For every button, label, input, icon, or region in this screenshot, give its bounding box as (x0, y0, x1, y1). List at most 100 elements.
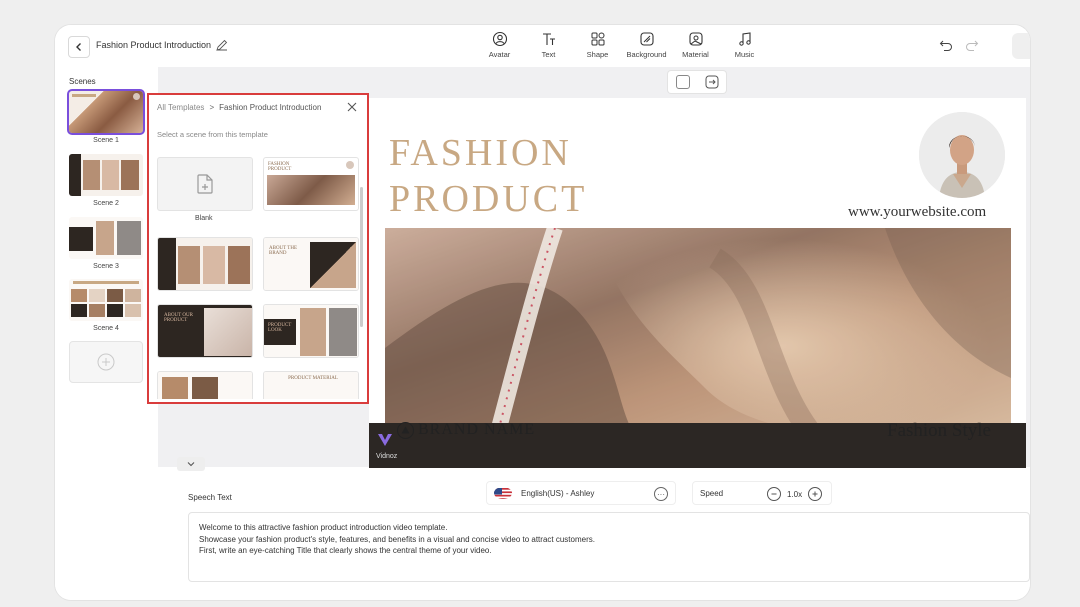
blank-label: Blank (195, 215, 213, 222)
material-icon (688, 32, 703, 46)
voice-name: English(US) - Ashley (521, 488, 595, 498)
template-scene-card[interactable] (157, 237, 253, 291)
speech-panel: Speech Text English(US) - Ashley ··· Spe… (173, 471, 1030, 600)
preview-button[interactable] (1012, 33, 1030, 59)
project-title[interactable]: Fashion Product Introduction (96, 40, 211, 50)
speed-increase-button[interactable] (808, 487, 823, 501)
template-subtitle: Select a scene from this template (157, 130, 268, 139)
close-icon[interactable] (347, 101, 357, 114)
avatar-icon (492, 31, 507, 47)
blank-scene-card[interactable] (157, 157, 253, 211)
redo-icon[interactable] (965, 39, 979, 51)
template-scene-card[interactable]: ABOUT THE BRAND (263, 237, 359, 291)
template-scene-card[interactable]: PRODUCT MATERIAL (263, 371, 359, 399)
tool-material[interactable]: Material (671, 31, 720, 59)
template-scene-text: PRODUCT MATERIAL (288, 376, 338, 381)
add-scene-button[interactable] (69, 341, 143, 383)
speed-decrease-button[interactable] (767, 487, 781, 501)
tool-text-label: Text (541, 50, 556, 59)
text-icon (542, 33, 555, 45)
watermark-text: Vidnoz (376, 453, 398, 460)
vidnoz-logo-icon (378, 434, 392, 446)
tagline-text[interactable]: Fashion Style (887, 420, 991, 442)
scene-label: Scene 2 (93, 200, 119, 207)
template-scene-text: PRODUCT LOOK (268, 323, 292, 333)
scenes-title: Scenes (69, 77, 96, 86)
template-scene-text: FASHION PRODUCT (268, 162, 292, 172)
tool-avatar-label: Avatar (488, 50, 511, 59)
replace-icon[interactable] (705, 75, 719, 89)
scene-item-2[interactable]: Scene 2 (69, 154, 143, 207)
template-scene-card[interactable]: FASHION PRODUCT (263, 157, 359, 211)
tool-music-label: Music (734, 50, 755, 59)
music-icon (738, 32, 751, 46)
speech-line: Welcome to this attractive fashion produ… (199, 523, 448, 532)
chevron-left-icon (76, 43, 81, 51)
tool-shape[interactable]: Shape (573, 31, 622, 59)
aspect-ratio-button[interactable] (675, 75, 690, 89)
speed-label: Speed (700, 488, 724, 498)
plus-icon (812, 491, 818, 497)
scenes-panel: Scenes Scene 1 Scene 2 Scene 3 Scene 4 (55, 67, 158, 600)
tool-background-label: Background (626, 50, 667, 59)
template-scene-card[interactable]: PRODUCT LOOK (263, 304, 359, 358)
tool-shape-label: Shape (586, 50, 609, 59)
breadcrumb-separator: > (209, 103, 215, 112)
scene-thumbnail[interactable] (69, 217, 143, 259)
scene-item-4[interactable]: Scene 4 (69, 279, 143, 332)
speech-line: Showcase your fashion product's style, f… (199, 534, 595, 544)
template-scene-card[interactable] (157, 371, 253, 399)
edit-pencil-icon[interactable] (215, 38, 229, 52)
speed-stepper: 1.0x (767, 487, 823, 501)
tool-material-label: Material (682, 50, 709, 59)
breadcrumb-all-templates[interactable]: All Templates (157, 103, 204, 112)
shape-icon (591, 32, 604, 46)
back-button[interactable] (68, 36, 90, 58)
breadcrumb: All Templates > Fashion Product Introduc… (157, 103, 321, 112)
scene-thumbnail[interactable] (67, 89, 145, 135)
template-scrollbar[interactable] (360, 187, 363, 327)
us-flag-icon (494, 487, 512, 499)
tool-avatar[interactable]: Avatar (475, 31, 524, 59)
tool-music[interactable]: Music (720, 31, 769, 59)
template-scene-card[interactable]: ABOUT OUR PRODUCT (157, 304, 253, 358)
scene-label: Scene 4 (93, 325, 119, 332)
speech-line: First, write an eye-catching Title that … (199, 546, 492, 555)
presenter-avatar[interactable] (919, 112, 1005, 198)
collapse-panel-button[interactable] (177, 457, 205, 471)
template-scene-picker: All Templates > Fashion Product Introduc… (147, 93, 369, 404)
template-scene-grid: Blank FASHION PRODUCT ABOUT THE BRAND AB… (157, 157, 361, 399)
editor-window: Fashion Product Introduction Avatar Text… (55, 25, 1030, 600)
speech-text-area[interactable]: Welcome to this attractive fashion produ… (188, 512, 1030, 582)
plus-circle-icon (97, 353, 115, 371)
undo-icon[interactable] (939, 39, 953, 51)
speed-value: 1.0x (787, 489, 803, 499)
slide-preview[interactable]: FASHION PRODUCT www.yourwebsite.com BRAN… (369, 98, 1026, 468)
scene-thumbnail[interactable] (69, 279, 143, 321)
tool-background[interactable]: Background (622, 31, 671, 59)
fabric-image (385, 228, 1011, 443)
scene-label: Scene 1 (93, 137, 119, 144)
new-file-icon (197, 174, 213, 194)
voice-select[interactable]: English(US) - Ashley ··· (486, 481, 676, 505)
breadcrumb-current: Fashion Product Introduction (219, 103, 322, 112)
chevron-down-icon (187, 462, 195, 467)
template-scene-text: ABOUT THE BRAND (269, 246, 298, 256)
speech-text-label: Speech Text (188, 493, 232, 502)
template-scene-text: ABOUT OUR PRODUCT (164, 313, 193, 323)
slide-title[interactable]: FASHION PRODUCT (389, 130, 587, 222)
canvas-mini-toolbar (668, 71, 726, 93)
avatar-portrait-icon (919, 112, 1005, 198)
website-url-text[interactable]: www.yourwebsite.com (848, 204, 986, 221)
background-icon (639, 32, 654, 46)
toolbar: Avatar Text Shape Background Material Mu… (475, 31, 769, 59)
tool-text[interactable]: Text (524, 31, 573, 59)
scene-thumbnail[interactable] (69, 154, 143, 196)
scene-label: Scene 3 (93, 263, 119, 270)
scene-item-1[interactable]: Scene 1 (67, 89, 145, 144)
minus-icon (771, 493, 777, 495)
fabric-photo (385, 228, 1011, 443)
scene-item-3[interactable]: Scene 3 (69, 217, 143, 270)
brand-name[interactable]: BRAND NAME (397, 421, 535, 439)
more-options-icon[interactable]: ··· (654, 487, 668, 501)
